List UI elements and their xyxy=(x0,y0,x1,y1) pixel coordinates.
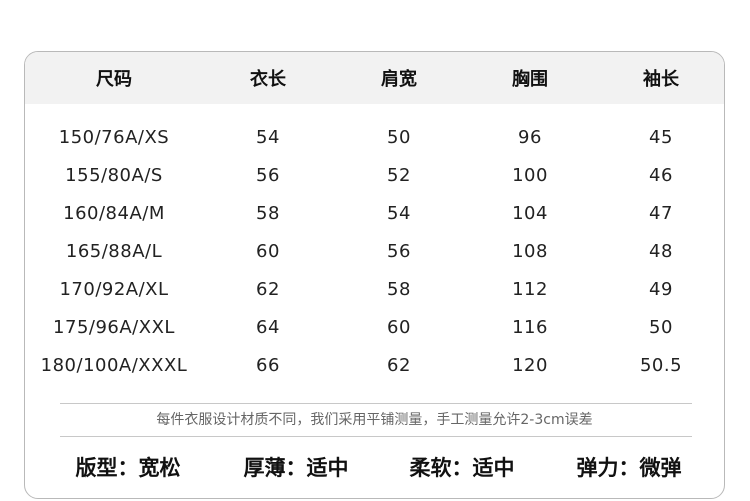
property-elasticity: 弹力：微弹 xyxy=(576,456,682,480)
cell-size: 150/76A/XS xyxy=(58,127,170,148)
cell-chest: 116 xyxy=(512,317,548,338)
cell-sleeve: 50.5 xyxy=(639,355,683,376)
cell-length: 60 xyxy=(256,241,280,262)
cell-size: 170/92A/XL xyxy=(59,279,169,300)
property-fit: 版型：宽松 xyxy=(75,456,181,480)
header-chest: 胸围 xyxy=(512,69,548,90)
cell-shoulder: 60 xyxy=(387,317,411,338)
size-chart-card: 尺码 衣长 肩宽 胸围 袖长 150/76A/XS 54 50 96 45 15… xyxy=(24,51,725,499)
header-sleeve: 袖长 xyxy=(643,69,679,90)
cell-sleeve: 47 xyxy=(649,203,673,224)
cell-size: 175/96A/XXL xyxy=(53,317,175,338)
cell-sleeve: 48 xyxy=(649,241,673,262)
cell-chest: 120 xyxy=(512,355,548,376)
cell-sleeve: 45 xyxy=(649,127,673,148)
header-size: 尺码 xyxy=(96,69,132,90)
divider-top xyxy=(60,403,692,404)
cell-size: 155/80A/S xyxy=(65,165,163,186)
cell-length: 56 xyxy=(256,165,280,186)
measurement-note: 每件衣服设计材质不同，我们采用平铺测量，手工测量允许2-3cm误差 xyxy=(156,412,593,428)
cell-shoulder: 58 xyxy=(387,279,411,300)
cell-sleeve: 50 xyxy=(649,317,673,338)
cell-shoulder: 56 xyxy=(387,241,411,262)
table-row: 180/100A/XXXL 66 62 120 50.5 xyxy=(25,355,724,385)
cell-shoulder: 54 xyxy=(387,203,411,224)
table-row: 155/80A/S 56 52 100 46 xyxy=(25,165,724,195)
table-row: 175/96A/XXL 64 60 116 50 xyxy=(25,317,724,347)
cell-length: 64 xyxy=(256,317,280,338)
cell-size: 160/84A/M xyxy=(63,203,165,224)
cell-shoulder: 52 xyxy=(387,165,411,186)
cell-sleeve: 49 xyxy=(649,279,673,300)
cell-shoulder: 62 xyxy=(387,355,411,376)
cell-chest: 100 xyxy=(512,165,548,186)
cell-shoulder: 50 xyxy=(387,127,411,148)
cell-size: 165/88A/L xyxy=(65,241,163,262)
table-row: 165/88A/L 60 56 108 48 xyxy=(25,241,724,271)
cell-length: 62 xyxy=(256,279,280,300)
property-thickness: 厚薄：适中 xyxy=(243,456,349,480)
cell-chest: 108 xyxy=(512,241,548,262)
header-shoulder: 肩宽 xyxy=(381,69,417,90)
cell-chest: 104 xyxy=(512,203,548,224)
cell-length: 66 xyxy=(256,355,280,376)
cell-length: 54 xyxy=(256,127,280,148)
property-softness: 柔软：适中 xyxy=(409,456,515,480)
divider-bottom xyxy=(60,436,692,437)
cell-sleeve: 46 xyxy=(649,165,673,186)
table-row: 170/92A/XL 62 58 112 49 xyxy=(25,279,724,309)
cell-chest: 112 xyxy=(512,279,548,300)
cell-length: 58 xyxy=(256,203,280,224)
cell-chest: 96 xyxy=(518,127,542,148)
table-header: 尺码 衣长 肩宽 胸围 袖长 xyxy=(25,52,724,104)
table-row: 160/84A/M 58 54 104 47 xyxy=(25,203,724,233)
cell-size: 180/100A/XXXL xyxy=(40,355,188,376)
table-row: 150/76A/XS 54 50 96 45 xyxy=(25,127,724,157)
header-length: 衣长 xyxy=(250,69,286,90)
